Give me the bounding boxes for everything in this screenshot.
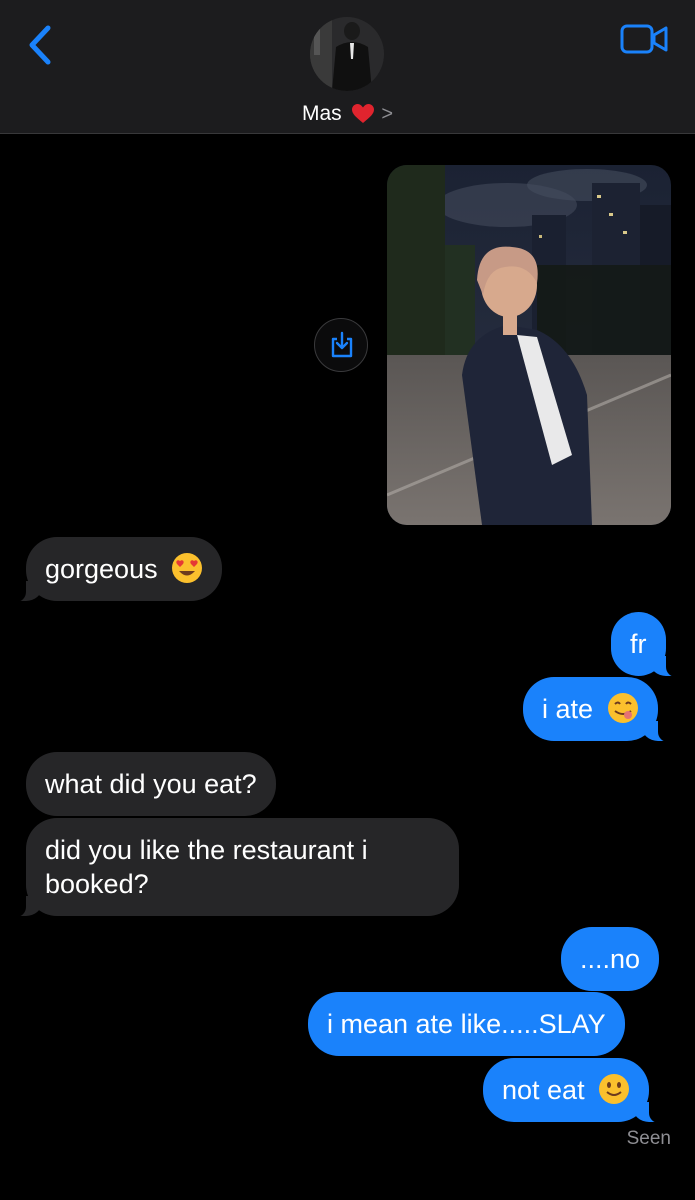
heart-eyes-emoji-icon xyxy=(172,553,203,583)
back-button[interactable] xyxy=(22,22,62,68)
video-camera-icon xyxy=(620,24,668,54)
sent-message[interactable]: ....no xyxy=(561,927,660,991)
sent-message[interactable]: not eat xyxy=(483,1058,664,1123)
read-receipt: Seen xyxy=(626,1128,671,1149)
video-call-button[interactable] xyxy=(620,22,670,56)
received-message[interactable]: what did you eat? xyxy=(26,752,276,816)
received-message[interactable]: gorgeous xyxy=(11,537,223,602)
sent-message[interactable]: i mean ate like.....SLAY xyxy=(308,992,625,1056)
yum-emoji-icon xyxy=(607,693,638,723)
chevron-left-icon xyxy=(29,25,51,65)
photo-image xyxy=(387,165,671,525)
contact-name: Mas xyxy=(301,102,342,125)
sent-message[interactable]: i ate xyxy=(523,677,672,742)
red-heart-icon xyxy=(351,104,374,124)
contact-name-button[interactable]: Mas > xyxy=(0,100,695,128)
received-message[interactable]: did you like the restaurant i booked? xyxy=(12,818,459,917)
photo-message[interactable] xyxy=(387,165,671,525)
chevron-right-icon: > xyxy=(381,103,394,125)
save-photo-button[interactable] xyxy=(314,318,368,372)
conversation-header: Mas > xyxy=(0,0,695,134)
sent-message[interactable]: fr xyxy=(611,612,679,677)
slightly-smiling-emoji-icon xyxy=(599,1074,630,1104)
download-icon xyxy=(331,331,353,358)
avatar[interactable] xyxy=(310,17,384,91)
